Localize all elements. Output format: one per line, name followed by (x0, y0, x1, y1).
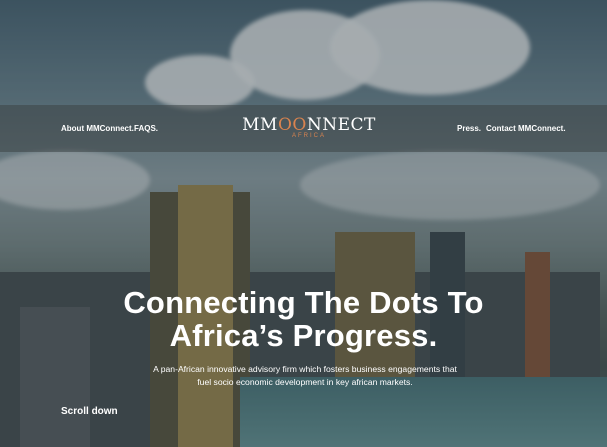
hero-headline: Connecting The Dots To Africa’s Progress… (0, 286, 607, 352)
logo-wordmark: MMOONNECT (242, 115, 376, 135)
nav-faqs-link[interactable]: FAQS. (134, 124, 158, 133)
nav-about-link[interactable]: About MMConnect. (61, 124, 134, 133)
scroll-down-link[interactable]: Scroll down (61, 406, 118, 417)
hero-subtext-line: A pan-African innovative advisory firm w… (153, 364, 457, 374)
site-logo[interactable]: MMOONNECT AFRICA (242, 115, 376, 139)
nav-contact-link[interactable]: Contact MMConnect. (486, 124, 566, 133)
hero-subtext-line: fuel socio economic development in key a… (197, 377, 413, 387)
logo-linked-rings-icon: OO (277, 115, 307, 135)
hero-headline-line: Africa’s Progress. (169, 318, 438, 353)
hero-headline-line: Connecting The Dots To (123, 285, 484, 320)
hero-section: About MMConnect. FAQS. Press. Contact MM… (0, 0, 607, 447)
nav-press-link[interactable]: Press. (457, 124, 481, 133)
hero-subtext: A pan-African innovative advisory firm w… (140, 363, 470, 389)
